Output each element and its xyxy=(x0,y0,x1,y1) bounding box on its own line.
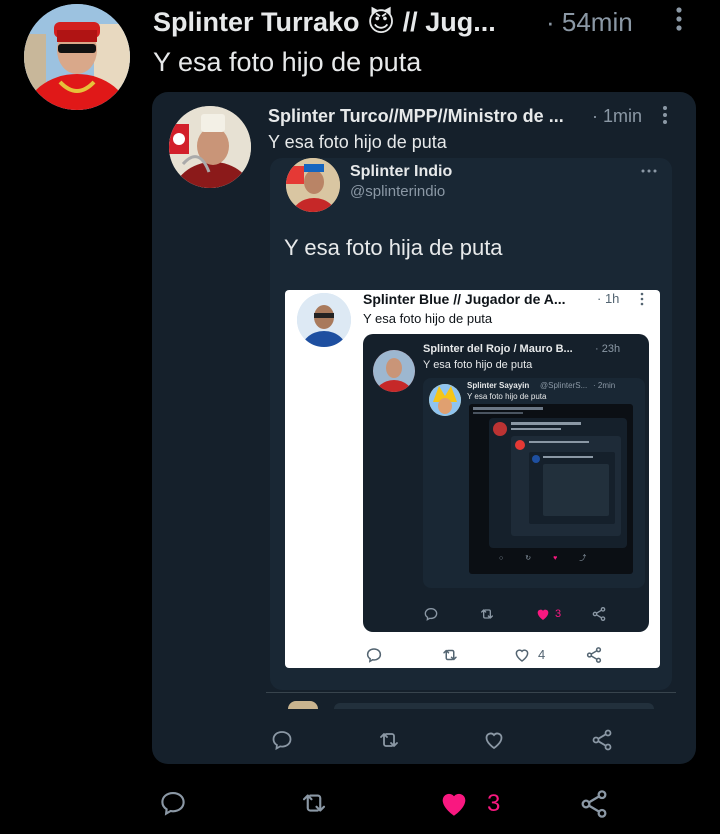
more-options-icon[interactable] xyxy=(672,5,686,35)
nested-action-bar: ○ ↻ ♥ ⤴ xyxy=(499,554,619,564)
avatar[interactable] xyxy=(286,158,340,212)
like-count: 3 xyxy=(555,608,562,620)
nested-card xyxy=(543,464,609,516)
tweet-text: Y esa foto hijo de puta xyxy=(268,132,447,152)
share-icon[interactable] xyxy=(585,646,603,664)
retweet-icon[interactable] xyxy=(441,646,459,664)
author-name[interactable]: Splinter Turco//MPP//Ministro de ... xyxy=(268,104,588,128)
author-name[interactable]: Splinter Sayayin xyxy=(467,380,529,391)
nested-screenshot[interactable]: ○ ↻ ♥ ⤴ xyxy=(469,404,633,574)
more-options-icon[interactable] xyxy=(660,104,670,126)
like-icon[interactable] xyxy=(535,606,551,622)
share-icon[interactable] xyxy=(590,728,614,752)
partial-next-item xyxy=(334,703,654,709)
quoted-tweet-card[interactable]: Splinter del Rojo / Mauro B... · 23h Y e… xyxy=(363,334,649,632)
author-name[interactable]: Splinter Turrako 😈 // Jug... xyxy=(153,5,543,39)
avatar[interactable] xyxy=(429,384,461,416)
nested-line xyxy=(543,456,593,458)
avatar[interactable] xyxy=(169,106,251,188)
nested-line xyxy=(473,407,543,410)
reply-icon: ○ xyxy=(499,555,504,562)
tweet-text: Y esa foto hijo de puta xyxy=(153,47,422,77)
timestamp[interactable]: · 1min xyxy=(592,104,642,128)
reply-icon[interactable] xyxy=(365,646,383,664)
author-name[interactable]: Splinter Indio xyxy=(350,162,452,182)
like-count: 3 xyxy=(487,790,501,817)
avatar[interactable] xyxy=(373,350,415,392)
like-icon[interactable] xyxy=(437,786,471,820)
like-icon: ♥ xyxy=(553,555,558,562)
like-icon[interactable] xyxy=(482,728,506,752)
avatar[interactable] xyxy=(297,293,351,347)
like-count: 4 xyxy=(538,647,546,662)
reply-icon[interactable] xyxy=(270,728,294,752)
divider xyxy=(266,692,676,693)
timestamp[interactable]: · 2min xyxy=(593,380,615,391)
avatar[interactable] xyxy=(24,4,130,110)
timestamp[interactable]: · 23h xyxy=(595,342,620,356)
tweet-text: Y esa foto hijo de puta xyxy=(423,359,533,371)
tweet-text: Y esa foto hijo de puta xyxy=(363,311,493,326)
retweet-icon: ↻ xyxy=(525,555,532,562)
author-name[interactable]: Splinter del Rojo / Mauro B... xyxy=(423,342,593,356)
reply-icon[interactable] xyxy=(423,606,439,622)
share-icon[interactable] xyxy=(578,788,610,820)
main-tweet: Splinter Turrako 😈 // Jug... · 54min Y e… xyxy=(0,0,720,834)
handle[interactable]: @splinterindio xyxy=(350,182,445,202)
author-name[interactable]: Splinter Blue // Jugador de A... xyxy=(363,290,593,308)
share-icon[interactable] xyxy=(591,606,607,622)
nested-line xyxy=(529,441,589,443)
nested-line xyxy=(511,422,581,425)
retweet-icon[interactable] xyxy=(479,606,495,622)
nested-line xyxy=(511,428,561,430)
timestamp[interactable]: · 1h xyxy=(597,290,619,308)
like-icon[interactable] xyxy=(513,646,531,664)
partial-next-item xyxy=(288,701,318,709)
reply-icon[interactable] xyxy=(158,788,188,818)
retweet-icon[interactable] xyxy=(298,788,330,818)
retweet-icon[interactable] xyxy=(376,728,402,752)
share-icon: ⤴ xyxy=(579,555,587,562)
timestamp[interactable]: · 54min xyxy=(546,5,633,39)
more-options-icon[interactable] xyxy=(639,292,645,306)
quoted-tweet-card[interactable]: Splinter Turco//MPP//Ministro de ... · 1… xyxy=(152,92,696,764)
attached-screenshot[interactable]: Splinter Blue // Jugador de A... · 1h Y … xyxy=(285,290,660,668)
tweet-text: Y esa foto hija de puta xyxy=(284,235,503,260)
quoted-tweet-card[interactable]: Splinter Sayayin @SplinterS... · 2min Y … xyxy=(423,378,645,588)
nested-line xyxy=(473,412,523,414)
nested-avatar xyxy=(532,455,540,463)
more-options-icon[interactable] xyxy=(640,168,658,174)
tweet-text: Y esa foto hijo de puta xyxy=(467,392,547,401)
handle[interactable]: @SplinterS... xyxy=(540,380,587,391)
nested-avatar xyxy=(515,440,525,450)
nested-avatar xyxy=(493,422,507,436)
